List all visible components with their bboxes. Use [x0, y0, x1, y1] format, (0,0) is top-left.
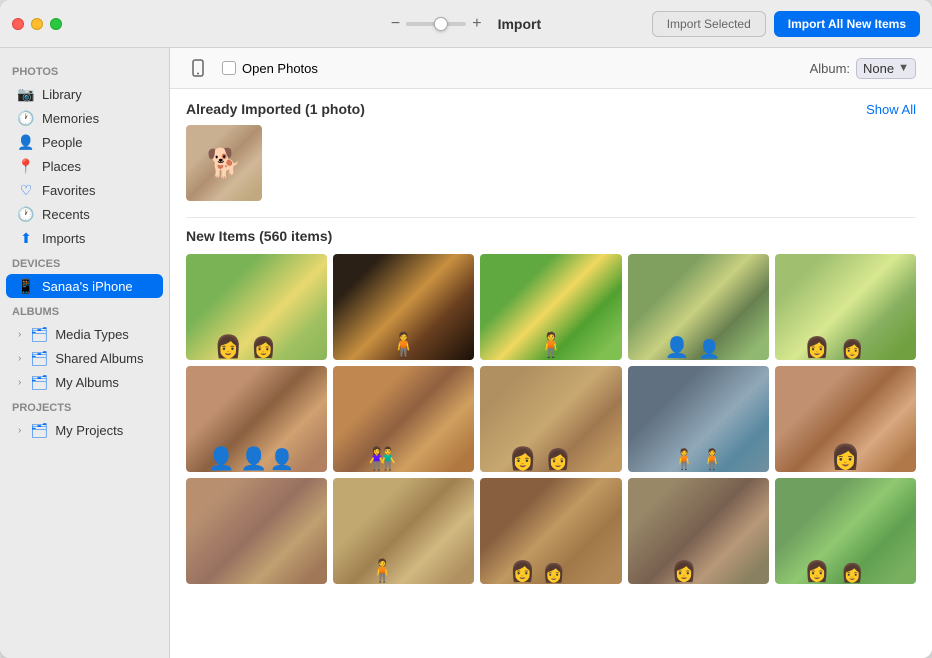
- photo-item[interactable]: 👩 👩: [186, 254, 327, 360]
- chevron-icon: ›: [18, 377, 21, 388]
- sidebar-item-label: Shared Albums: [55, 351, 143, 366]
- titlebar-buttons: Import Selected Import All New Items: [652, 11, 920, 37]
- sidebar-item-recents[interactable]: 🕐 Recents: [6, 202, 163, 226]
- sidebar-item-label: Imports: [42, 231, 85, 246]
- sidebar-item-label: People: [42, 135, 82, 150]
- already-imported-grid: [186, 125, 916, 201]
- close-button[interactable]: [12, 18, 24, 30]
- photo-item[interactable]: [186, 478, 327, 584]
- import-area: Already Imported (1 photo) Show All New …: [170, 89, 932, 658]
- new-items-title: New Items (560 items): [186, 228, 332, 244]
- sidebar: Photos 📷 Library 🕐 Memories 👤 People 📍 P…: [0, 48, 170, 658]
- photo-item[interactable]: 👩: [775, 366, 916, 472]
- import-selected-button[interactable]: Import Selected: [652, 11, 766, 37]
- sidebar-item-my-projects[interactable]: › 🗂 My Projects: [6, 418, 163, 442]
- album-dropdown[interactable]: None ▼: [856, 58, 916, 79]
- favorites-icon: ♡: [18, 182, 34, 198]
- show-all-link[interactable]: Show All: [866, 102, 916, 117]
- memories-icon: 🕐: [18, 110, 34, 126]
- photo-item[interactable]: 👤 👤: [628, 254, 769, 360]
- sidebar-item-memories[interactable]: 🕐 Memories: [6, 106, 163, 130]
- zoom-slider-thumb: [434, 17, 448, 31]
- sidebar-item-people[interactable]: 👤 People: [6, 130, 163, 154]
- my-projects-icon: 🗂: [31, 422, 47, 438]
- photo-item[interactable]: 👫: [333, 366, 474, 472]
- minimize-button[interactable]: [31, 18, 43, 30]
- chevron-icon: ›: [18, 425, 21, 436]
- media-types-icon: 🗂: [31, 326, 47, 342]
- sidebar-device-label: Sanaa's iPhone: [42, 279, 133, 294]
- main-content: Photos 📷 Library 🕐 Memories 👤 People 📍 P…: [0, 48, 932, 658]
- sidebar-item-label: Memories: [42, 111, 99, 126]
- chevron-icon: ›: [18, 329, 21, 340]
- zoom-in-button[interactable]: +: [472, 16, 481, 32]
- photos-section-label: Photos: [0, 58, 169, 82]
- album-value: None: [863, 61, 894, 76]
- chevron-icon: ›: [18, 353, 21, 364]
- device-icon-button[interactable]: [186, 56, 210, 80]
- zoom-control: − +: [391, 16, 482, 32]
- sidebar-item-favorites[interactable]: ♡ Favorites: [6, 178, 163, 202]
- already-imported-header: Already Imported (1 photo) Show All: [186, 101, 916, 117]
- sidebar-item-library[interactable]: 📷 Library: [6, 82, 163, 106]
- photo-item[interactable]: 👩 👩: [480, 478, 621, 584]
- photo-item[interactable]: 👩 👩: [775, 254, 916, 360]
- sidebar-item-media-types[interactable]: › 🗂 Media Types: [6, 322, 163, 346]
- shared-albums-icon: 🗂: [31, 350, 47, 366]
- checkbox-input[interactable]: [222, 61, 236, 75]
- album-label: Album:: [810, 61, 850, 76]
- people-icon: 👤: [18, 134, 34, 150]
- open-photos-label: Open Photos: [242, 61, 318, 76]
- import-all-button[interactable]: Import All New Items: [774, 11, 920, 37]
- albums-section-label: Albums: [0, 298, 169, 322]
- photo-item[interactable]: 🧍: [333, 478, 474, 584]
- sidebar-item-label: Favorites: [42, 183, 95, 198]
- already-imported-title: Already Imported (1 photo): [186, 101, 365, 117]
- traffic-lights: [12, 18, 62, 30]
- sidebar-item-iphone[interactable]: 📱 Sanaa's iPhone: [6, 274, 163, 298]
- sidebar-item-label: Library: [42, 87, 82, 102]
- recents-icon: 🕐: [18, 206, 34, 222]
- album-selector: Album: None ▼: [810, 58, 916, 79]
- sidebar-item-label: Places: [42, 159, 81, 174]
- section-divider: [186, 217, 916, 218]
- zoom-out-button[interactable]: −: [391, 16, 400, 32]
- right-panel: Open Photos Album: None ▼ Already Import…: [170, 48, 932, 658]
- titlebar: − + Import Import Selected Import All Ne…: [0, 0, 932, 48]
- photo-item[interactable]: 👩 👩: [480, 366, 621, 472]
- new-items-grid: 👩 👩 🧍 🧍: [186, 254, 916, 584]
- titlebar-center: − + Import: [391, 16, 541, 32]
- open-photos-checkbox[interactable]: Open Photos: [222, 61, 318, 76]
- my-albums-icon: 🗂: [31, 374, 47, 390]
- library-icon: 📷: [18, 86, 34, 102]
- projects-section-label: Projects: [0, 394, 169, 418]
- sidebar-item-label: My Albums: [55, 375, 119, 390]
- photo-item[interactable]: 👩 👩: [775, 478, 916, 584]
- toolbar-bar: Open Photos Album: None ▼: [170, 48, 932, 89]
- sidebar-item-my-albums[interactable]: › 🗂 My Albums: [6, 370, 163, 394]
- sidebar-item-places[interactable]: 📍 Places: [6, 154, 163, 178]
- window-title: Import: [498, 16, 542, 32]
- sidebar-item-label: My Projects: [55, 423, 123, 438]
- sidebar-item-imports[interactable]: ⬆ Imports: [6, 226, 163, 250]
- photo-item[interactable]: 👩: [628, 478, 769, 584]
- dropdown-arrow-icon: ▼: [898, 62, 909, 74]
- photo-item[interactable]: 🧍 🧍: [628, 366, 769, 472]
- devices-section-label: Devices: [0, 250, 169, 274]
- new-items-header: New Items (560 items): [186, 228, 916, 244]
- photo-item[interactable]: 👤 👤 👤: [186, 366, 327, 472]
- photo-item[interactable]: 🧍: [333, 254, 474, 360]
- photo-item[interactable]: 🧍: [480, 254, 621, 360]
- fullscreen-button[interactable]: [50, 18, 62, 30]
- sidebar-item-label: Recents: [42, 207, 90, 222]
- places-icon: 📍: [18, 158, 34, 174]
- iphone-icon: 📱: [18, 278, 34, 294]
- already-imported-photo[interactable]: [186, 125, 262, 201]
- zoom-slider[interactable]: [406, 22, 466, 26]
- sidebar-item-shared-albums[interactable]: › 🗂 Shared Albums: [6, 346, 163, 370]
- imports-icon: ⬆: [18, 230, 34, 246]
- app-window: − + Import Import Selected Import All Ne…: [0, 0, 932, 658]
- sidebar-item-label: Media Types: [55, 327, 128, 342]
